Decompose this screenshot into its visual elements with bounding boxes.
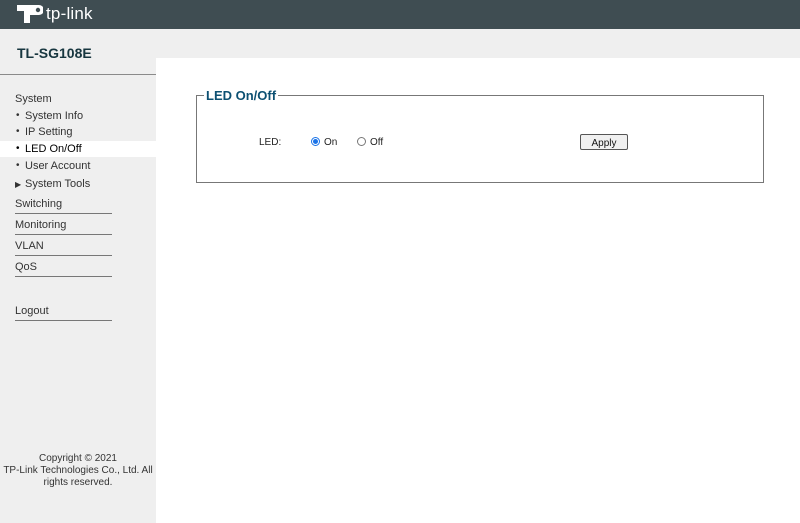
tp-link-logo-icon [17, 5, 43, 23]
bullet-icon: • [16, 126, 20, 137]
sidebar-item-user-account[interactable]: • User Account [0, 158, 156, 174]
sidebar-section-switching[interactable]: Switching [15, 198, 112, 214]
sidebar-section-vlan[interactable]: VLAN [15, 240, 112, 256]
led-off-radio[interactable] [357, 137, 366, 146]
sidebar-item-led-on-off[interactable]: • LED On/Off [0, 141, 156, 157]
sidebar-section-monitoring[interactable]: Monitoring [15, 219, 112, 235]
sidebar-item-label: System Info [25, 110, 84, 122]
logo-text: tp-link [46, 4, 93, 23]
tp-link-logo: tp-link [15, 2, 93, 26]
apply-button[interactable]: Apply [580, 134, 628, 150]
led-label: LED: [259, 137, 282, 148]
sidebar: TL-SG108E System • System Info • IP Sett… [0, 29, 156, 523]
sidebar-item-system-info[interactable]: • System Info [0, 108, 156, 124]
led-on-label[interactable]: On [324, 137, 337, 148]
bullet-icon: • [16, 160, 20, 171]
sidebar-item-label: IP Setting [25, 126, 73, 138]
sidebar-item-label: LED On/Off [25, 143, 82, 155]
sidebar-item-system-tools[interactable]: ▶ System Tools [0, 176, 156, 192]
logout-link[interactable]: Logout [15, 305, 112, 321]
copyright-line: rights reserved. [43, 477, 113, 488]
sidebar-section-qos[interactable]: QoS [15, 261, 112, 277]
bullet-icon: • [16, 143, 20, 154]
led-off-label[interactable]: Off [370, 137, 383, 148]
led-on-radio[interactable] [311, 137, 320, 146]
sidebar-section-system[interactable]: System [15, 93, 52, 105]
model-name: TL-SG108E [17, 45, 92, 61]
bullet-icon: • [16, 110, 20, 121]
top-bar: tp-link [0, 0, 800, 29]
copyright: Copyright © 2021 TP-Link Technologies Co… [0, 453, 156, 489]
sidebar-item-ip-setting[interactable]: • IP Setting [0, 124, 156, 140]
sidebar-item-label: User Account [25, 160, 91, 172]
divider [0, 74, 156, 75]
header-strip [156, 29, 800, 58]
copyright-line: TP-Link Technologies Co., Ltd. All [3, 465, 153, 476]
panel-title: LED On/Off [204, 88, 279, 103]
caret-right-icon: ▶ [15, 180, 22, 189]
sidebar-item-label: System Tools [25, 178, 91, 190]
copyright-line: Copyright © 2021 [39, 453, 117, 464]
